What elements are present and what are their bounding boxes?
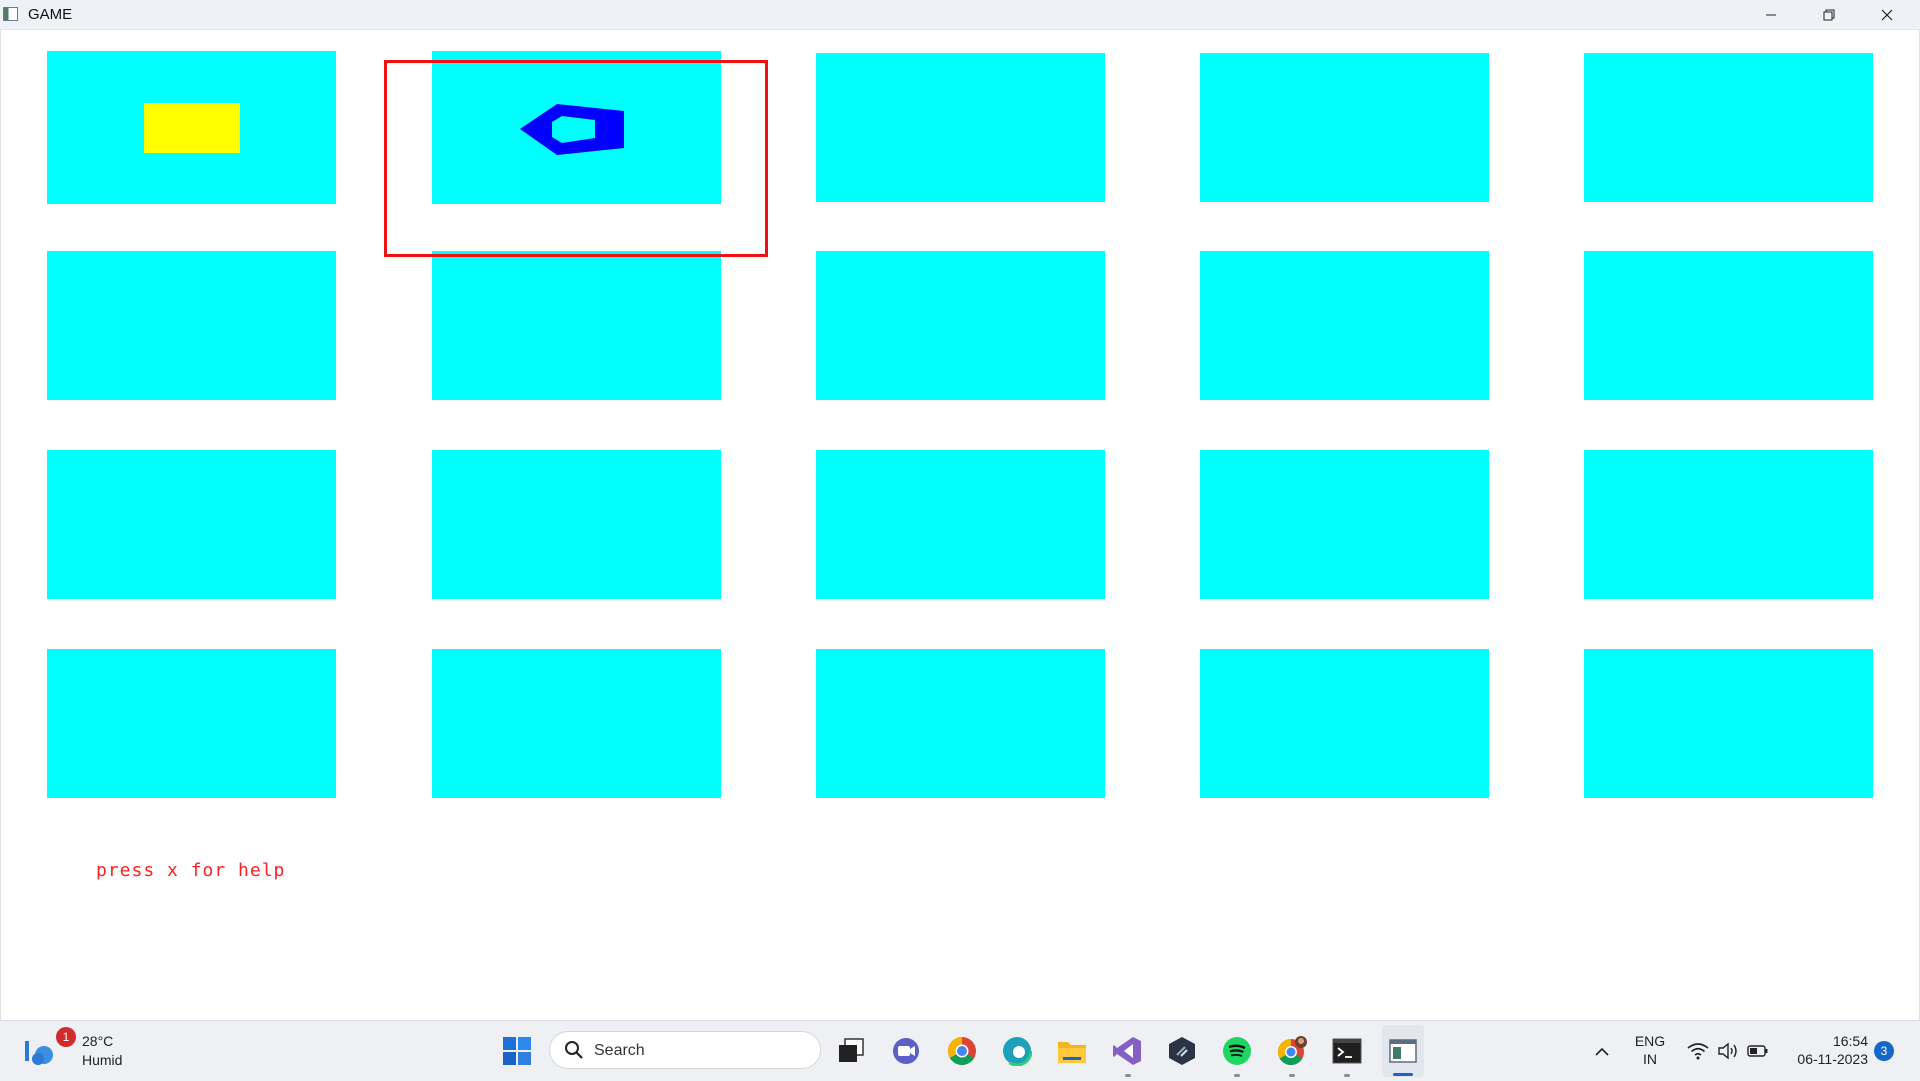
edge-button[interactable] [996, 1021, 1038, 1081]
spotify-button[interactable] [1216, 1021, 1258, 1081]
close-icon [1881, 9, 1893, 20]
file-explorer-icon [1058, 1042, 1086, 1063]
restore-button[interactable] [1800, 0, 1858, 29]
chrome-profile-button[interactable] [1271, 1021, 1313, 1081]
weather-condition: Humid [82, 1052, 123, 1068]
card-r1-c4[interactable] [1200, 53, 1489, 202]
volume-status[interactable] [1714, 1021, 1742, 1081]
windows-start-icon [503, 1037, 531, 1065]
teams-meet-button[interactable] [885, 1021, 927, 1081]
app-icon [3, 7, 18, 21]
running-indicator-cmd [1344, 1074, 1350, 1077]
language-code: ENG [1634, 1033, 1666, 1049]
running-indicator-vs [1125, 1074, 1131, 1077]
card-r3-c4[interactable] [1200, 450, 1489, 599]
selection-cursor [384, 60, 768, 257]
card-r3-c2[interactable] [432, 450, 721, 599]
volume-icon [1718, 1042, 1737, 1060]
running-indicator-chrome [1289, 1074, 1295, 1077]
running-indicator-spotify [1234, 1074, 1240, 1077]
chrome-icon [948, 1037, 976, 1065]
card-r2-c2[interactable] [432, 251, 721, 400]
card-r3-c5[interactable] [1584, 450, 1873, 599]
language-indicator[interactable]: ENG IN [1628, 1032, 1672, 1068]
title-bar[interactable]: GAME [0, 0, 1920, 30]
battery-icon [1747, 1045, 1768, 1057]
file-explorer-button[interactable] [1051, 1021, 1093, 1081]
clock-time: 16:54 [1832, 1033, 1868, 1049]
card-r4-c3[interactable] [816, 649, 1105, 798]
card-r1-c1[interactable] [47, 51, 336, 204]
card-r1-c3[interactable] [816, 53, 1105, 202]
active-app-indicator [1393, 1073, 1413, 1076]
minimize-icon [1766, 14, 1776, 15]
card-r4-c5[interactable] [1584, 649, 1873, 798]
command-prompt-icon [1332, 1038, 1362, 1064]
weather-widget[interactable]: 1 28°C Humid [18, 1021, 128, 1081]
restore-icon [1823, 9, 1835, 20]
command-prompt-button[interactable] [1326, 1021, 1368, 1081]
game-app-icon [1389, 1039, 1417, 1063]
battery-status[interactable] [1744, 1021, 1772, 1081]
card-r3-c1[interactable] [47, 450, 336, 599]
card-r4-c2[interactable] [432, 649, 721, 798]
show-hidden-icons-button[interactable] [1588, 1021, 1616, 1081]
chrome-profile-icon [1277, 1036, 1307, 1066]
taskbar-search[interactable]: Search [549, 1031, 821, 1069]
weather-badge: 1 [56, 1027, 76, 1047]
card-r4-c1[interactable] [47, 649, 336, 798]
clock-date: 06-11-2023 [1797, 1051, 1868, 1067]
close-button[interactable] [1858, 0, 1916, 29]
search-placeholder: Search [594, 1042, 645, 1059]
card-r4-c4[interactable] [1200, 649, 1489, 798]
game-canvas[interactable]: press x for help [0, 30, 1920, 1020]
visual-studio-icon [1113, 1037, 1141, 1065]
visual-studio-button[interactable] [1106, 1021, 1148, 1081]
minimize-button[interactable] [1742, 0, 1800, 29]
clock[interactable]: 16:54 06-11-2023 [1784, 1032, 1868, 1068]
window-title: GAME [28, 6, 73, 23]
spotify-icon [1223, 1037, 1251, 1065]
terminal-app-icon [1169, 1037, 1195, 1065]
task-view-icon [839, 1038, 864, 1062]
game-window: GAME press x for help [0, 0, 1920, 1020]
wifi-status[interactable] [1684, 1021, 1712, 1081]
chevron-up-icon [1595, 1047, 1609, 1056]
weather-humid-icon [25, 1041, 53, 1065]
yellow-rectangle-shape [144, 103, 240, 153]
wifi-icon [1687, 1043, 1709, 1060]
taskbar: 1 28°C Humid Search ENG IN 16:54 06-11-2… [0, 1020, 1920, 1081]
terminal-app-button[interactable] [1161, 1021, 1203, 1081]
chrome-button[interactable] [941, 1021, 983, 1081]
weather-text: 28°C Humid [82, 1032, 122, 1070]
game-app-button[interactable] [1382, 1025, 1424, 1077]
card-r2-c3[interactable] [816, 251, 1105, 400]
card-r1-c5[interactable] [1584, 53, 1873, 202]
card-r2-c4[interactable] [1200, 251, 1489, 400]
edge-icon [1002, 1036, 1032, 1066]
region-code: IN [1643, 1051, 1657, 1067]
search-icon [565, 1041, 583, 1059]
start-button[interactable] [496, 1021, 538, 1081]
card-r2-c5[interactable] [1584, 251, 1873, 400]
weather-temperature: 28°C [82, 1033, 114, 1049]
card-r2-c1[interactable] [47, 251, 336, 400]
card-r3-c3[interactable] [816, 450, 1105, 599]
help-hint: press x for help [96, 860, 286, 881]
teams-meet-icon [893, 1038, 919, 1064]
notification-badge[interactable]: 3 [1874, 1041, 1894, 1061]
task-view-button[interactable] [830, 1021, 872, 1081]
